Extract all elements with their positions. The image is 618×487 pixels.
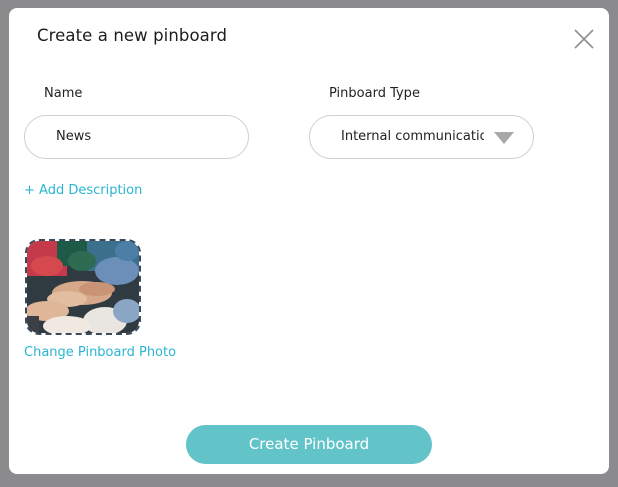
name-label: Name	[44, 86, 83, 101]
pinboard-type-select[interactable]: Internal communication	[309, 115, 534, 159]
create-pinboard-dialog: Create a new pinboard Name Pinboard Type…	[9, 8, 609, 474]
pinboard-type-value: Internal communication	[341, 129, 484, 144]
name-input[interactable]	[56, 129, 236, 144]
chevron-down-icon	[494, 132, 514, 144]
close-icon[interactable]	[573, 28, 595, 50]
pinboard-photo-image	[27, 241, 139, 333]
dialog-title: Create a new pinboard	[37, 26, 228, 45]
name-field-wrapper	[24, 115, 249, 159]
pinboard-photo[interactable]	[25, 239, 141, 335]
change-photo-link[interactable]: Change Pinboard Photo	[24, 345, 176, 360]
create-pinboard-button[interactable]: Create Pinboard	[186, 425, 432, 464]
pinboard-type-label: Pinboard Type	[329, 86, 420, 101]
add-description-link[interactable]: + Add Description	[24, 183, 142, 198]
